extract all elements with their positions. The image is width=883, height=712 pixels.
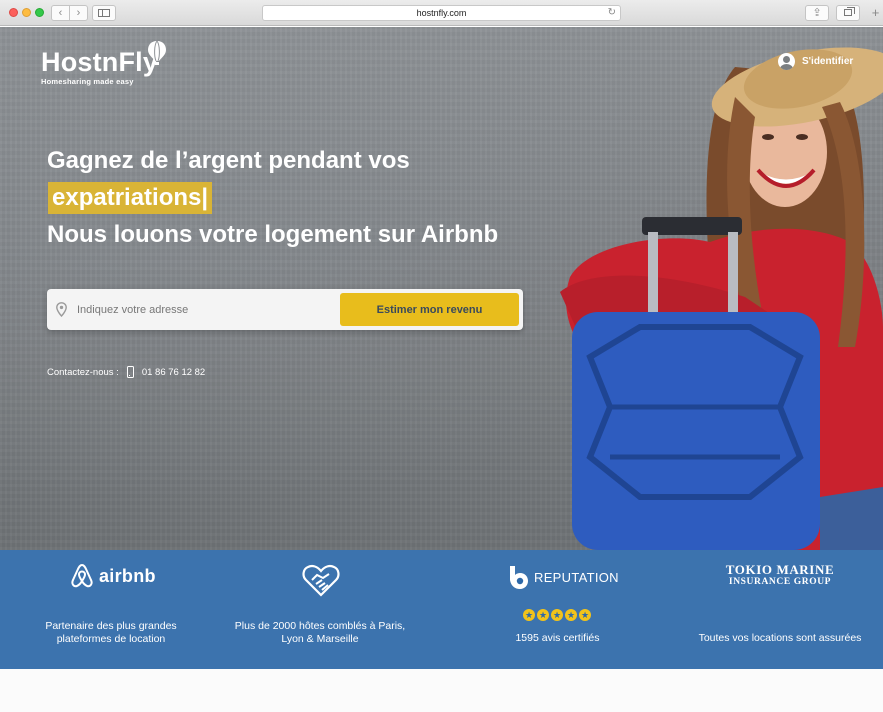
url-text: hostnfly.com	[416, 8, 467, 18]
login-label: S'identifier	[802, 56, 854, 67]
partner-tokio-marine: TOKIO MARINE INSURANCE GROUP Toutes vos …	[680, 550, 880, 669]
logo-wordmark: HostnFly	[41, 47, 159, 77]
headline-highlight: expatriations|	[48, 182, 213, 214]
reputation-logo: REPUTATION	[506, 564, 619, 590]
hero-section: HostnFly Homesharing made easy S'identif…	[0, 27, 883, 550]
partner-caption-line-2: plateformes de location	[56, 633, 166, 645]
partner-caption-line-1: Plus de 2000 hôtes comblés à Paris,	[234, 620, 406, 632]
hero-headline: Gagnez de l’argent pendant vos expatriat…	[47, 146, 498, 250]
partner-caption-line-1: Partenaire des plus grandes	[45, 620, 177, 632]
hot-air-balloon-icon	[148, 40, 166, 65]
airbnb-logo: airbnb	[70, 563, 156, 589]
show-tabs-button[interactable]	[836, 5, 860, 21]
minimize-window-button[interactable]	[22, 8, 31, 17]
tokio-marine-logo: TOKIO MARINE INSURANCE GROUP	[680, 563, 880, 589]
chevron-left-icon: ‹	[58, 7, 63, 19]
partner-caption-line-1: 1595 avis certifiés	[515, 632, 600, 644]
headline-line-1: Gagnez de l’argent pendant vos	[47, 147, 410, 174]
contact-line: Contactez-nous : 01 86 76 12 82	[47, 366, 205, 378]
chevron-right-icon: ›	[76, 7, 81, 19]
share-button[interactable]: ⇪	[805, 5, 829, 21]
forward-button[interactable]: ›	[69, 5, 88, 21]
address-input[interactable]	[77, 297, 332, 323]
rating-stars: ★ ★ ★ ★ ★	[523, 609, 591, 621]
woman-with-suitcase-image	[560, 47, 883, 550]
user-account-icon	[778, 53, 795, 70]
reload-icon[interactable]: ↻	[608, 6, 616, 20]
partners-band: airbnb Partenaire des plus grandes plate…	[0, 550, 883, 669]
partner-reputation: REPUTATION ★ ★ ★ ★ ★ 1595 avis certifiés	[470, 550, 645, 669]
address-bar[interactable]: hostnfly.com ↻	[262, 5, 621, 21]
star-icon: ★	[537, 609, 549, 621]
star-icon: ★	[579, 609, 591, 621]
sidebar-toggle-button[interactable]	[92, 5, 116, 21]
contact-phone-number[interactable]: 01 86 76 12 82	[142, 367, 205, 378]
close-window-button[interactable]	[9, 8, 18, 17]
tokio-marine-logo-line-1: TOKIO MARINE	[725, 562, 835, 577]
map-pin-icon	[56, 302, 67, 317]
new-tab-button[interactable]: +	[868, 5, 883, 23]
browser-toolbar: ‹ › hostnfly.com ↻ ⇪ +	[0, 0, 883, 26]
zoom-window-button[interactable]	[35, 8, 44, 17]
next-section	[0, 669, 883, 712]
partner-airbnb: airbnb Partenaire des plus grandes plate…	[20, 550, 202, 669]
share-icon: ⇪	[812, 7, 822, 19]
headline-line-3: Nous louons votre logement sur Airbnb	[47, 221, 499, 248]
address-search-form: Estimer mon revenu	[47, 289, 523, 330]
tabs-icon	[844, 7, 855, 16]
airbnb-icon	[71, 563, 93, 588]
partner-caption-line-2: Lyon & Marseille	[281, 633, 359, 645]
partner-hosts: Plus de 2000 hôtes comblés à Paris, Lyon…	[230, 550, 410, 669]
hostnfly-logo[interactable]: HostnFly Homesharing made easy	[41, 40, 166, 86]
handshake-heart-icon	[302, 564, 340, 597]
airbnb-wordmark: airbnb	[99, 565, 156, 586]
reputation-b-icon	[510, 566, 528, 589]
sidebar-icon	[98, 9, 110, 17]
partner-caption-line-1: Toutes vos locations sont assurées	[698, 632, 862, 644]
star-icon: ★	[523, 609, 535, 621]
contact-label: Contactez-nous :	[47, 366, 119, 378]
phone-icon	[126, 366, 134, 378]
star-icon: ★	[565, 609, 577, 621]
star-icon: ★	[551, 609, 563, 621]
back-button[interactable]: ‹	[51, 5, 70, 21]
estimate-revenue-button[interactable]: Estimer mon revenu	[340, 293, 519, 326]
login-link[interactable]: S'identifier	[778, 53, 853, 70]
reputation-wordmark: REPUTATION	[534, 569, 619, 585]
tokio-marine-logo-line-2: INSURANCE GROUP	[728, 577, 832, 587]
logo-tagline: Homesharing made easy	[41, 77, 134, 86]
